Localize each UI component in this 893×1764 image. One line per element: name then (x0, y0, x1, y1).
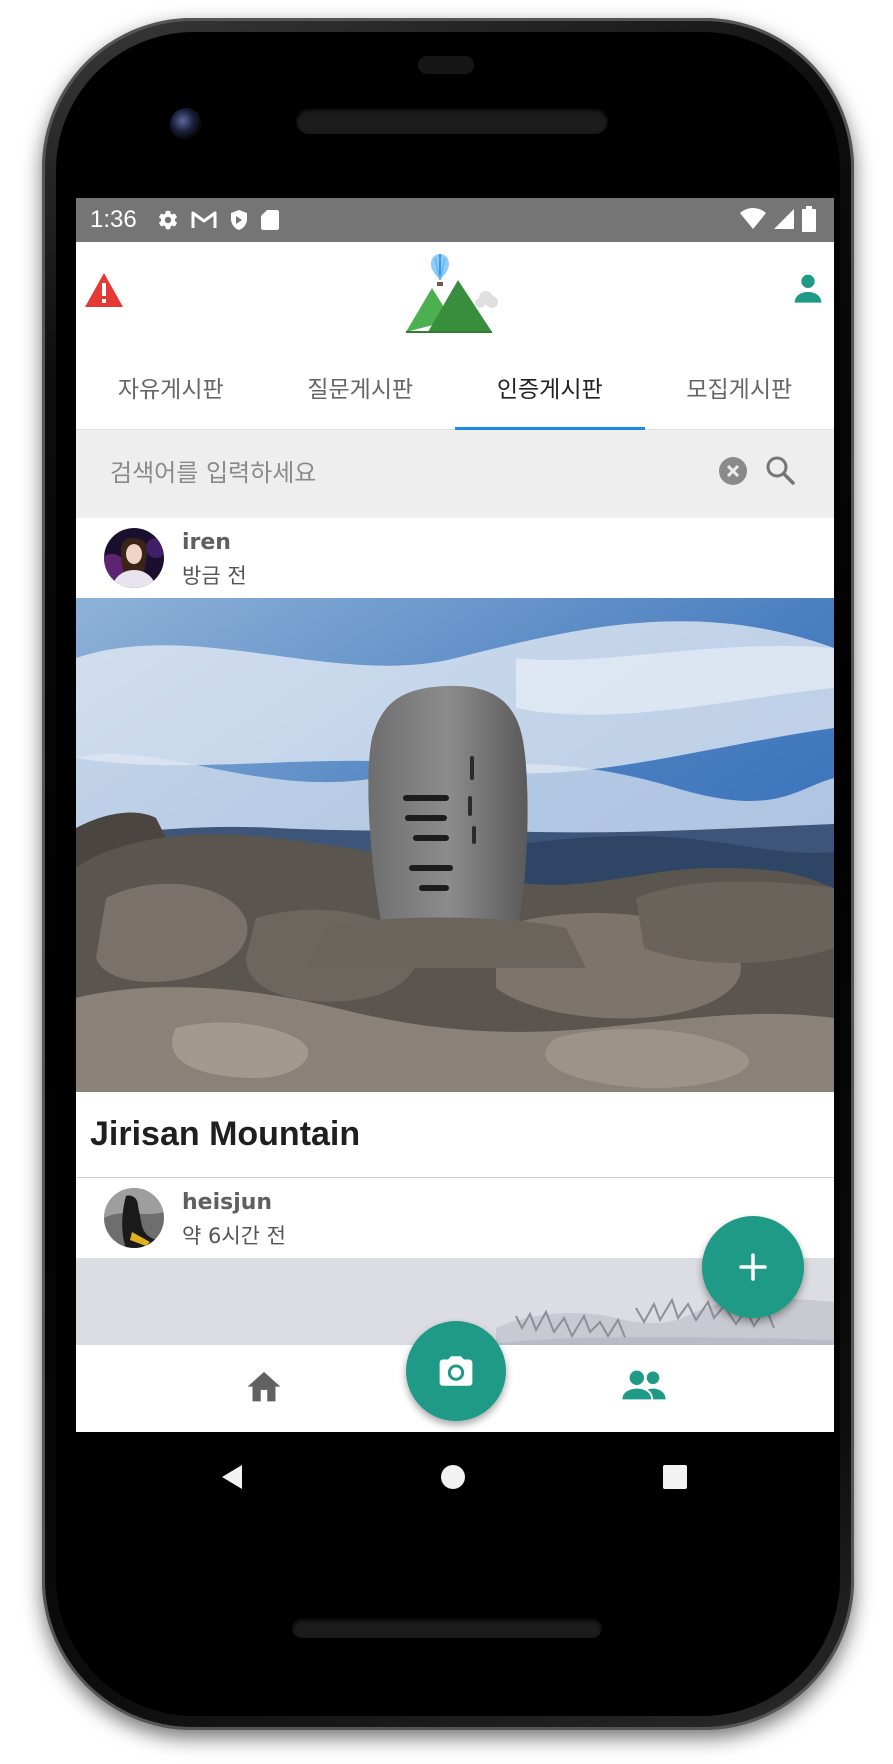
signal-icon (774, 209, 794, 229)
post-username[interactable]: heisjun (182, 1190, 272, 1215)
system-navigation-bar (76, 1432, 834, 1522)
profile-icon[interactable] (792, 272, 824, 304)
battery-icon (802, 206, 816, 232)
add-post-button[interactable] (702, 1216, 804, 1318)
recent-apps-icon[interactable] (662, 1464, 688, 1490)
camera-button[interactable] (406, 1321, 506, 1421)
post-image[interactable] (76, 598, 834, 1092)
tab-question-board[interactable]: 질문게시판 (266, 344, 456, 429)
clear-icon[interactable] (718, 456, 748, 486)
status-bar: 1:36 (76, 198, 834, 242)
board-tabs: 자유게시판 질문게시판 인증게시판 모집게시판 (76, 344, 834, 430)
home-icon[interactable] (244, 1367, 284, 1403)
search-bar (76, 430, 834, 518)
tab-certification-board[interactable]: 인증게시판 (455, 344, 645, 430)
tab-free-board[interactable]: 자유게시판 (76, 344, 266, 429)
avatar[interactable] (104, 528, 164, 588)
bottom-speaker (292, 1618, 602, 1638)
earpiece-speaker (296, 108, 608, 134)
plus-icon (739, 1253, 767, 1281)
front-camera (170, 108, 202, 140)
warning-icon[interactable] (84, 272, 124, 308)
gmail-icon (191, 211, 217, 228)
app-screen: 1:36 자유게시판 질문게시판 인증게시판 모집게시판 검색어를 입력하세요 … (76, 198, 834, 1432)
home-circle-icon[interactable] (440, 1464, 466, 1490)
mountain-logo (406, 254, 498, 333)
post-timestamp: 방금 전 (182, 564, 247, 588)
sd-card-icon (260, 210, 279, 230)
search-input[interactable] (110, 450, 630, 496)
status-time: 1:36 (90, 206, 137, 233)
post-header[interactable]: iren 방금 전 (76, 518, 834, 598)
settings-icon (158, 210, 177, 230)
post-title[interactable]: Jirisan Mountain (76, 1092, 834, 1178)
bottom-navigation (76, 1321, 834, 1432)
tab-recruitment-board[interactable]: 모집게시판 (645, 344, 835, 429)
proximity-sensor (418, 56, 474, 74)
post-timestamp: 약 6시간 전 (182, 1224, 286, 1248)
back-icon[interactable] (220, 1464, 244, 1490)
post-username[interactable]: iren (182, 530, 231, 555)
search-icon[interactable] (764, 454, 796, 486)
shield-icon (230, 210, 247, 230)
wifi-icon (740, 208, 766, 229)
camera-icon (439, 1356, 473, 1386)
avatar[interactable] (104, 1188, 164, 1248)
app-bar (76, 242, 834, 344)
people-icon[interactable] (622, 1367, 666, 1403)
